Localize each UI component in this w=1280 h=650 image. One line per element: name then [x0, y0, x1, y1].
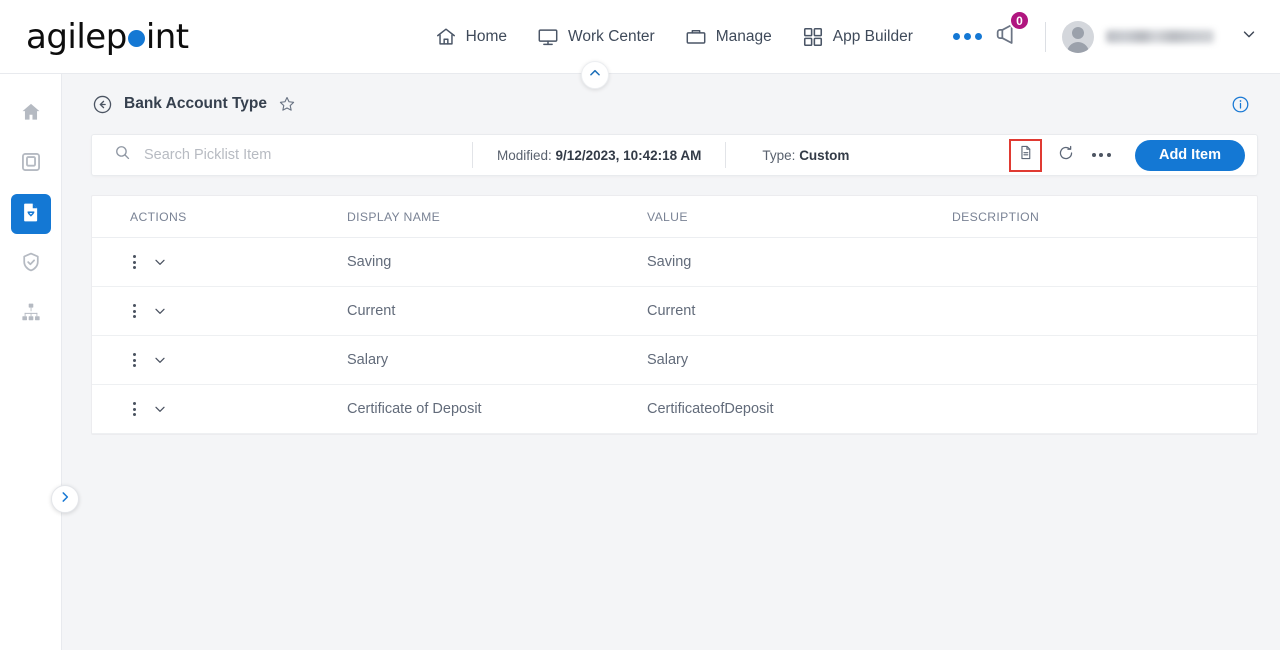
search-icon — [114, 144, 131, 166]
column-header-value: VALUE — [647, 196, 952, 238]
cell-value: Salary — [647, 335, 952, 385]
toolbar-actions: Add Item — [1008, 138, 1257, 172]
page-header: Bank Account Type — [62, 74, 1280, 134]
chevron-up-icon — [588, 66, 602, 85]
cell-value: CertificateofDeposit — [647, 384, 952, 434]
home-icon — [435, 26, 457, 48]
header-collapse-toggle[interactable] — [581, 61, 609, 89]
main-navigation: Home Work Center Manage App Builder — [435, 26, 982, 48]
row-actions — [92, 237, 347, 287]
nav-label-app-builder: App Builder — [832, 27, 913, 45]
shield-check-icon — [20, 251, 42, 278]
cell-display-name: Saving — [347, 237, 647, 287]
left-sidebar — [0, 74, 62, 650]
document-icon — [1017, 144, 1034, 166]
chevron-down-icon[interactable] — [152, 352, 168, 368]
kebab-menu-icon[interactable] — [130, 351, 139, 369]
nav-overflow-menu-icon[interactable] — [952, 33, 982, 40]
top-navigation-bar: agilep int Home Work Center Manage App B… — [0, 0, 1280, 74]
cell-value: Saving — [647, 237, 952, 287]
table-header-row: ACTIONS DISPLAY NAME VALUE DESCRIPTION — [92, 196, 1257, 238]
modified-label: Modified: — [497, 147, 552, 163]
nav-label-manage: Manage — [715, 27, 772, 45]
chevron-down-icon[interactable] — [152, 303, 168, 319]
type-value: Custom — [799, 147, 850, 163]
nav-item-app-builder[interactable]: App Builder — [802, 26, 913, 48]
type-info: Type: Custom — [726, 148, 873, 163]
agilepoint-logo[interactable]: agilep int — [26, 17, 189, 57]
modified-value: 9/12/2023, 10:42:18 AM — [555, 147, 702, 163]
refresh-button[interactable] — [1050, 139, 1082, 171]
sidebar-item-device[interactable] — [11, 144, 51, 184]
document-check-icon — [20, 201, 42, 228]
top-right-controls: 0 — [985, 10, 1258, 57]
kebab-menu-icon[interactable] — [130, 253, 139, 271]
toolbar-more-menu-icon[interactable] — [1082, 153, 1121, 157]
kebab-menu-icon[interactable] — [130, 400, 139, 418]
chevron-down-icon[interactable] — [152, 401, 168, 417]
cell-display-name: Certificate of Deposit — [347, 384, 647, 434]
row-actions — [92, 384, 347, 434]
username-redacted — [1106, 30, 1214, 43]
column-header-display-name: DISPLAY NAME — [347, 196, 647, 238]
search-input[interactable] — [144, 147, 444, 163]
add-item-button[interactable]: Add Item — [1134, 139, 1245, 171]
sidebar-item-picklists[interactable] — [10, 194, 51, 234]
table-row: Saving Saving — [92, 237, 1257, 287]
sidebar-item-hierarchy[interactable] — [11, 294, 51, 334]
table-row: Certificate of Deposit CertificateofDepo… — [92, 384, 1257, 434]
table-row: Current Current — [92, 286, 1257, 336]
nav-item-home[interactable]: Home — [435, 26, 507, 48]
cell-description — [952, 286, 1257, 336]
logo-text-left: agilep — [26, 16, 127, 57]
chevron-down-icon[interactable] — [152, 254, 168, 270]
megaphone-icon — [993, 24, 1021, 52]
cell-display-name: Salary — [347, 335, 647, 385]
sidebar-expand-toggle[interactable] — [51, 485, 79, 513]
modified-info: Modified: 9/12/2023, 10:42:18 AM — [473, 148, 725, 163]
page-content: Bank Account Type Modified: 9/12/2023, 1 — [62, 61, 1280, 650]
picklist-toolbar: Modified: 9/12/2023, 10:42:18 AM Type: C… — [91, 134, 1258, 176]
announcements-button[interactable]: 0 — [985, 10, 1030, 57]
chevron-right-icon — [58, 490, 72, 509]
sitemap-icon — [20, 301, 42, 328]
picklist-items-table: ACTIONS DISPLAY NAME VALUE DESCRIPTION S… — [91, 195, 1258, 435]
grid-icon — [802, 26, 824, 48]
nav-label-work-center: Work Center — [568, 27, 655, 45]
page-title: Bank Account Type — [124, 95, 267, 112]
monitor-icon — [537, 26, 559, 48]
avatar[interactable] — [1062, 20, 1094, 53]
kebab-menu-icon[interactable] — [130, 302, 139, 320]
table-row: Salary Salary — [92, 335, 1257, 385]
home-icon — [20, 101, 42, 128]
info-circle-icon[interactable] — [1231, 95, 1250, 114]
sidebar-item-security[interactable] — [11, 244, 51, 284]
logo-text-right: int — [145, 16, 189, 57]
briefcase-icon — [685, 26, 707, 48]
nav-item-work-center[interactable]: Work Center — [537, 26, 655, 48]
sidebar-item-home[interactable] — [11, 94, 51, 134]
document-properties-button[interactable] — [1008, 138, 1042, 172]
back-arrow-icon[interactable] — [92, 94, 113, 115]
announcement-badge-count: 0 — [1009, 10, 1030, 31]
user-menu-chevron-down-icon[interactable] — [1240, 25, 1258, 48]
cell-value: Current — [647, 286, 952, 336]
cell-description — [952, 335, 1257, 385]
cell-description — [952, 384, 1257, 434]
top-divider — [1045, 21, 1046, 52]
logo-dot-icon — [127, 29, 145, 47]
refresh-icon — [1057, 144, 1075, 167]
device-icon — [20, 151, 42, 178]
nav-label-home: Home — [465, 27, 507, 45]
column-header-description: DESCRIPTION — [952, 196, 1257, 238]
column-header-actions: ACTIONS — [92, 196, 347, 238]
type-label: Type: — [762, 147, 796, 163]
row-actions — [92, 286, 347, 336]
star-icon[interactable] — [278, 95, 296, 113]
search-container — [92, 144, 472, 166]
row-actions — [92, 335, 347, 385]
cell-display-name: Current — [347, 286, 647, 336]
cell-description — [952, 237, 1257, 287]
nav-item-manage[interactable]: Manage — [685, 26, 772, 48]
